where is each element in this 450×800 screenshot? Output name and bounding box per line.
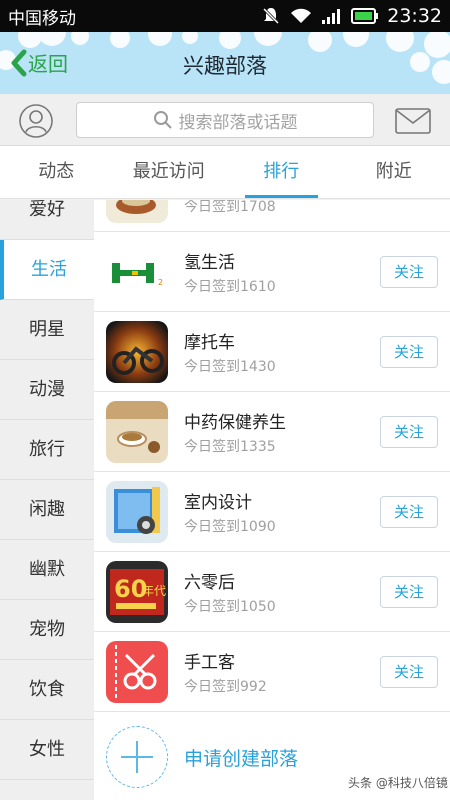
tab-nearby[interactable]: 附近 [338,146,450,198]
status-bar: 中国移动 23:32 [0,0,450,32]
follow-button[interactable]: 关注 [380,576,438,608]
checkin-count: 今日签到1050 [184,599,276,615]
tribe-name: 氢生活 [184,253,235,273]
category-travel[interactable]: 旅行 [0,420,94,480]
tribe-name: 六零后 [184,573,235,593]
category-anime[interactable]: 动漫 [0,360,94,420]
tribe-thumbnail: 60 年代 [106,561,168,623]
alarm-off-icon [261,6,281,26]
search-row: 搜索部落或话题 [0,94,450,146]
tribe-name: 手工客 [184,653,235,673]
tab-activity[interactable]: 动态 [0,146,113,198]
profile-icon[interactable] [18,103,54,139]
sixties-sub-text: 年代 [142,584,166,598]
checkin-count: 今日签到1430 [184,359,276,375]
search-placeholder: 搜索部落或话题 [178,112,298,133]
tribe-thumbnail [106,401,168,463]
list-item[interactable]: 中药保健养生 今日签到1335 关注 [94,392,450,472]
add-icon [106,726,168,788]
tab-recent[interactable]: 最近访问 [113,146,226,198]
create-tribe-label: 申请创建部落 [184,748,299,770]
title-bar: 返回 兴趣部落 [0,32,450,94]
category-food[interactable]: 饮食 [0,660,94,720]
clock: 23:32 [387,5,442,27]
battery-icon [351,8,379,24]
tribe-thumbnail [106,641,168,703]
signal-icon [321,7,343,25]
follow-button[interactable]: 关注 [380,416,438,448]
tribe-name: 室内设计 [184,493,252,513]
carrier-label: 中国移动 [8,8,76,29]
list-item[interactable]: 摩托车 今日签到1430 关注 [94,312,450,392]
tribe-thumbnail [106,200,168,223]
list-item[interactable]: 室内设计 今日签到1090 关注 [94,472,450,552]
category-star[interactable]: 明星 [0,300,94,360]
mail-icon[interactable] [395,108,431,134]
category-hobby[interactable]: 爱好 [0,200,94,240]
category-sidebar: 爱好 生活 明星 动漫 旅行 闲趣 幽默 宠物 饮食 女性 [0,200,94,800]
watermark: 头条 @科技八倍镜 [348,776,448,790]
category-humor[interactable]: 幽默 [0,540,94,600]
list-item[interactable]: 60 年代 六零后 今日签到1050 关注 [94,552,450,632]
list-item[interactable]: 2 氢生活 今日签到1610 关注 [94,232,450,312]
tribe-thumbnail [106,481,168,543]
status-icons: 23:32 [261,5,442,27]
list-item[interactable]: 今日签到1708 [94,200,450,232]
page-title: 兴趣部落 [183,54,267,78]
list-item[interactable]: 手工客 今日签到992 关注 [94,632,450,712]
tribe-list: 今日签到1708 2 氢生活 今日签到1610 关注 摩托车 今日签到1430 … [94,200,450,800]
checkin-count: 今日签到1708 [184,200,276,215]
tab-bar: 动态 最近访问 排行 附近 [0,146,450,199]
checkin-count: 今日签到992 [184,679,267,695]
follow-button[interactable]: 关注 [380,496,438,528]
category-leisure[interactable]: 闲趣 [0,480,94,540]
search-icon [153,111,172,129]
tribe-thumbnail [106,321,168,383]
tab-ranking[interactable]: 排行 [225,146,338,198]
search-input[interactable]: 搜索部落或话题 [76,102,374,138]
category-women[interactable]: 女性 [0,720,94,780]
follow-button[interactable]: 关注 [380,336,438,368]
checkin-count: 今日签到1090 [184,519,276,535]
category-life[interactable]: 生活 [0,240,94,300]
follow-button[interactable]: 关注 [380,656,438,688]
svg-text:2: 2 [158,278,163,287]
tribe-thumbnail: 2 [106,241,168,303]
checkin-count: 今日签到1610 [184,279,276,295]
follow-button[interactable]: 关注 [380,256,438,288]
tribe-name: 摩托车 [184,333,235,353]
tribe-name: 中药保健养生 [184,413,286,433]
checkin-count: 今日签到1335 [184,439,276,455]
category-pets[interactable]: 宠物 [0,600,94,660]
wifi-icon [289,7,313,25]
